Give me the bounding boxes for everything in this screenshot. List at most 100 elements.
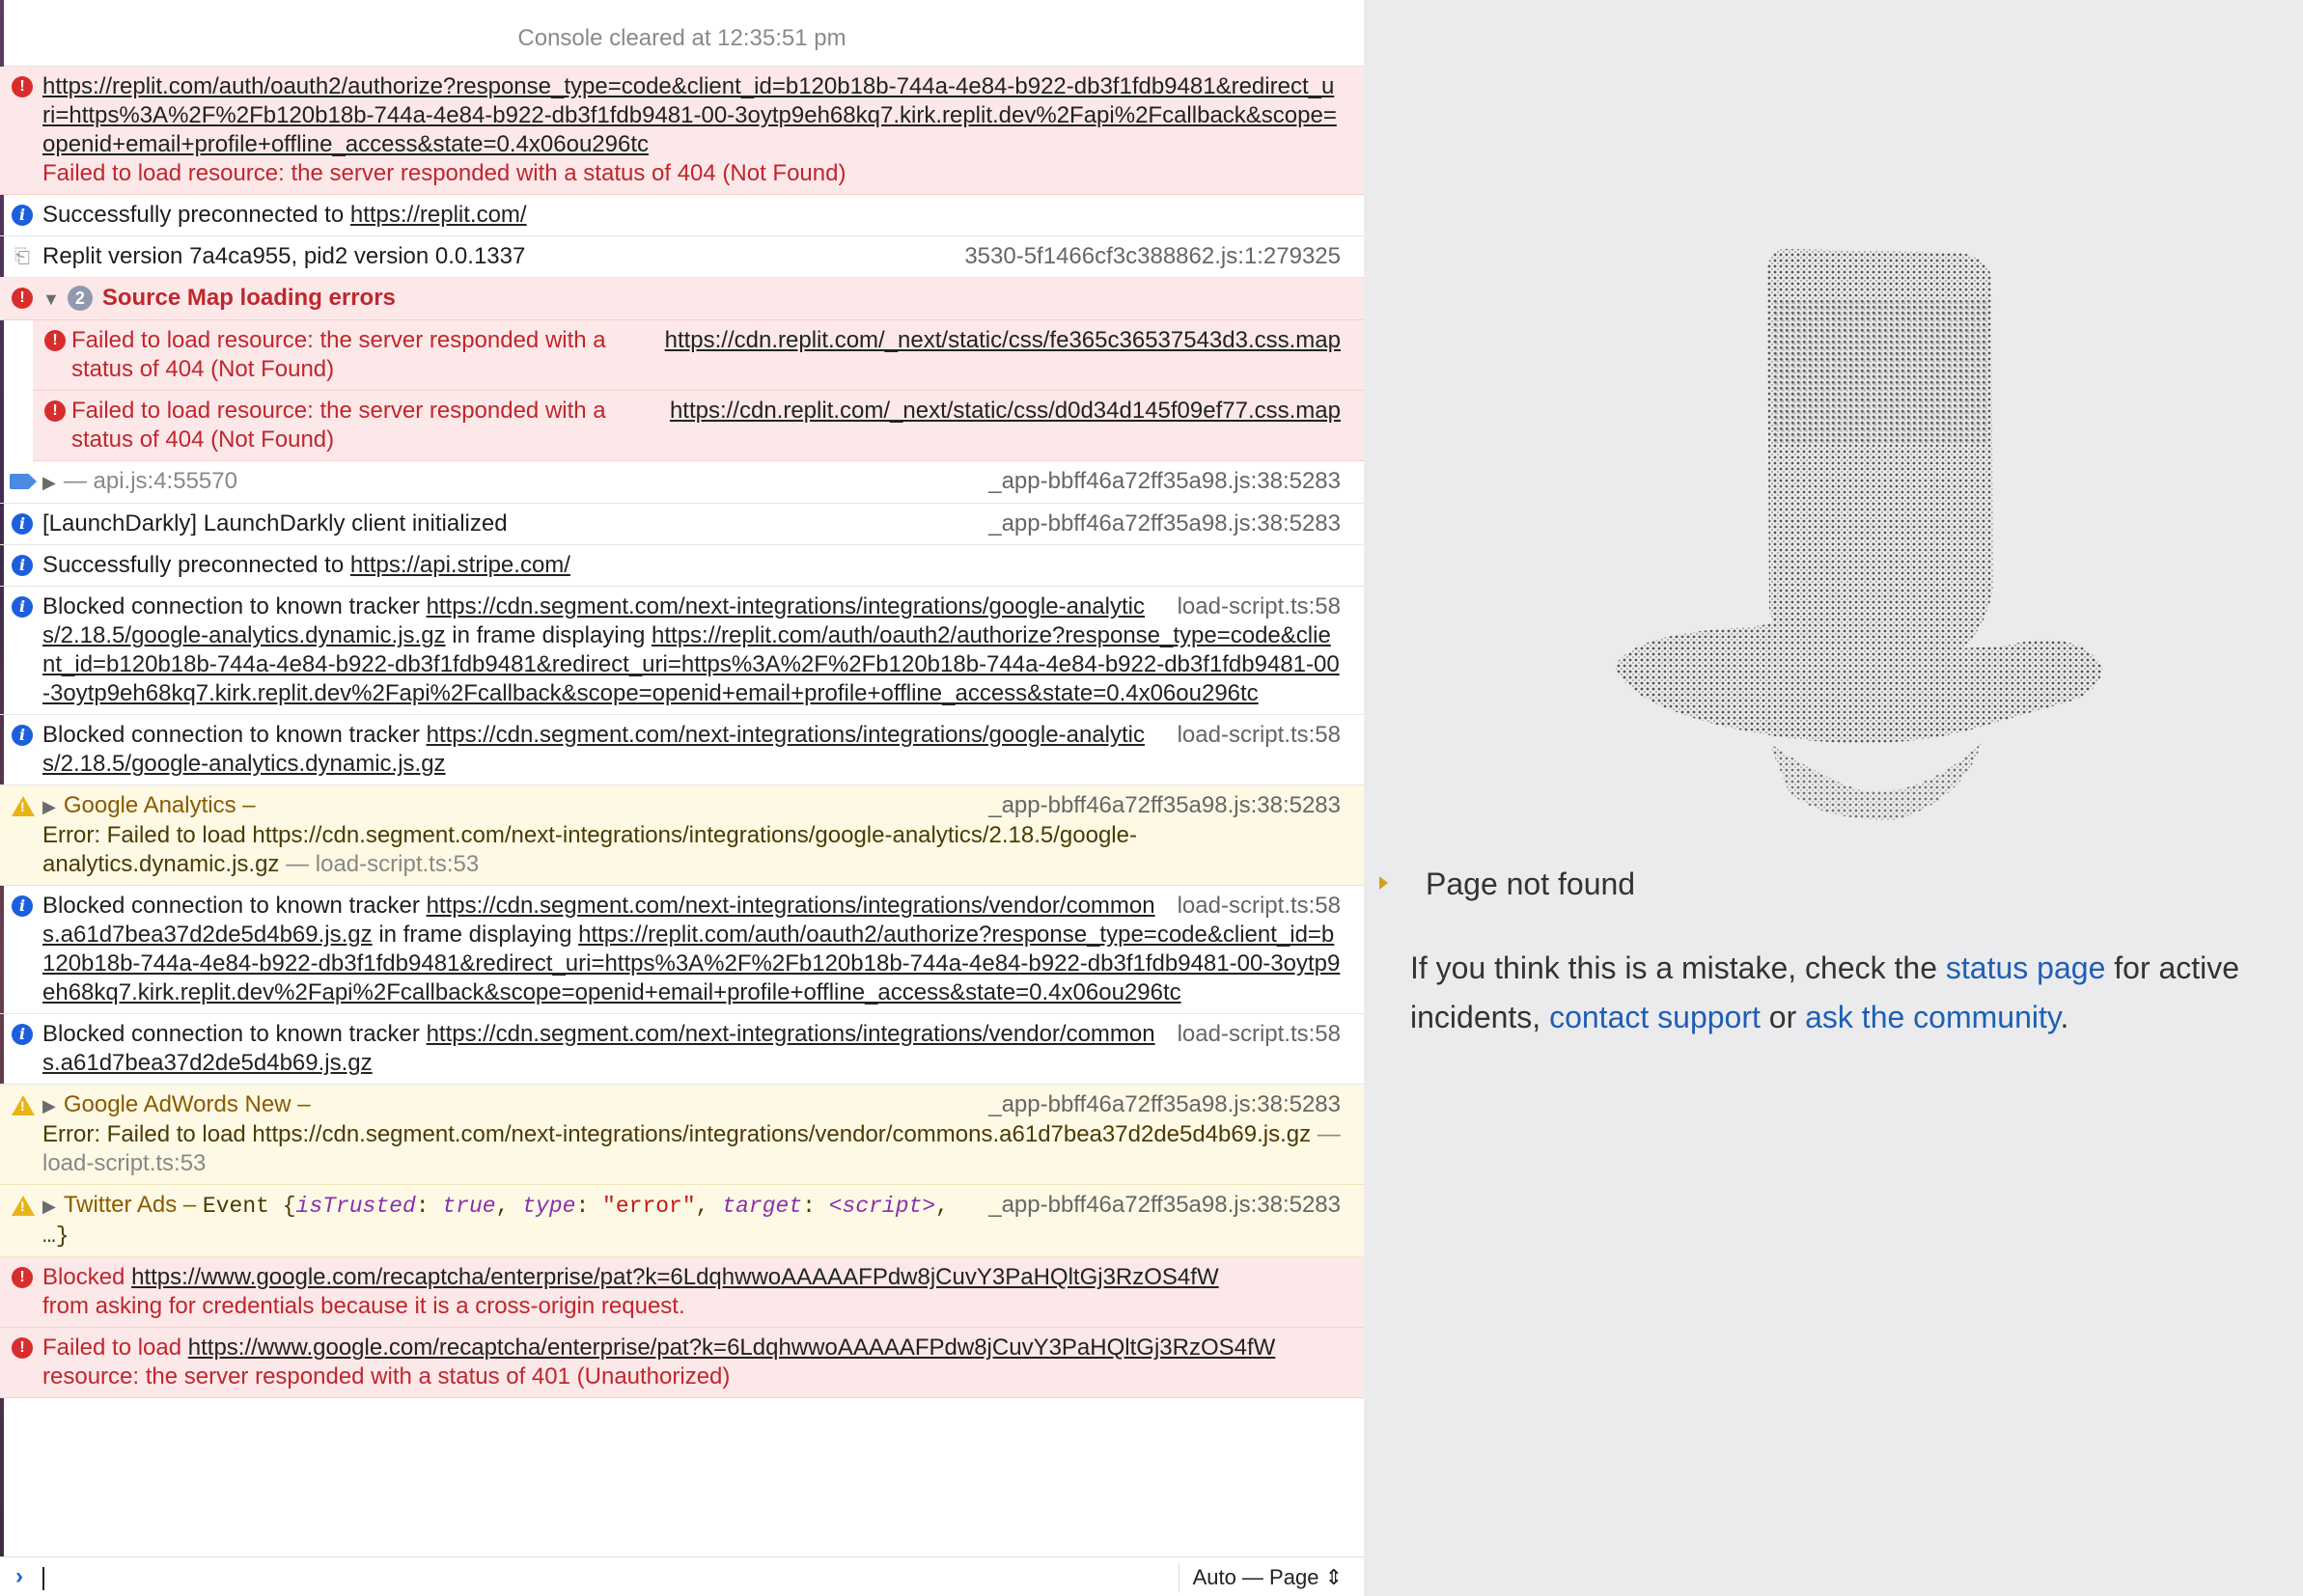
console-row-error[interactable]: ! Failed to load https://www.google.com/… xyxy=(0,1328,1364,1398)
execution-context-select[interactable]: Auto — Page ⇕ xyxy=(1178,1563,1343,1592)
execution-context-label: Auto — Page xyxy=(1192,1565,1319,1589)
source-location[interactable]: _app-bbff46a72ff35a98.js:38:5283 xyxy=(988,509,1341,538)
recaptcha-url-link[interactable]: https://www.google.com/recaptcha/enterpr… xyxy=(188,1335,1276,1361)
disclosure-collapsed-icon[interactable]: ▶ xyxy=(42,1197,56,1216)
error-icon: ! xyxy=(12,288,33,309)
disclosure-collapsed-icon[interactable]: ▶ xyxy=(42,473,56,492)
console-row-debug[interactable]: _app-bbff46a72ff35a98.js:38:5283 ▶ — api.… xyxy=(0,461,1364,504)
warning-title: Google Analytics xyxy=(63,792,236,818)
info-message: Blocked connection to known tracker xyxy=(42,1021,420,1047)
recaptcha-url-link[interactable]: https://www.google.com/recaptcha/enterpr… xyxy=(131,1264,1219,1290)
page-title: Page not found xyxy=(1426,867,1636,901)
console-prompt[interactable]: › Auto — Page ⇕ xyxy=(0,1556,1364,1596)
console-row-log[interactable]: ⎗ 3530-5f1466cf3c388862.js:1:279325 Repl… xyxy=(0,236,1364,278)
error-message: from asking for credentials because it i… xyxy=(42,1293,685,1319)
source-location[interactable]: load-script.ts:58 xyxy=(1178,1020,1341,1049)
console-row-info[interactable]: i Successfully preconnected to https://r… xyxy=(0,195,1364,236)
event-object[interactable]: Event {isTrusted: true, type: "error", t… xyxy=(203,1194,949,1219)
event-ellipsis: …} xyxy=(42,1224,69,1249)
oauth-url-link[interactable]: https://replit.com/auth/oauth2/authorize… xyxy=(42,73,1337,157)
console-row-info[interactable]: i Successfully preconnected to https://a… xyxy=(0,545,1364,587)
error-prefix: Failed to load xyxy=(42,1335,182,1361)
source-map-link[interactable]: https://cdn.replit.com/_next/static/css/… xyxy=(665,326,1341,384)
replit-url-link[interactable]: https://replit.com/ xyxy=(350,202,527,228)
ask-community-link[interactable]: ask the community xyxy=(1805,1000,2060,1034)
error-prefix: Blocked xyxy=(42,1264,125,1290)
contact-support-link[interactable]: contact support xyxy=(1549,1000,1761,1034)
event-value: <script> xyxy=(828,1194,936,1219)
warning-separator: – xyxy=(182,1192,197,1218)
info-icon: i xyxy=(12,1024,33,1045)
event-key: isTrusted xyxy=(295,1194,416,1219)
help-text: . xyxy=(2060,1000,2069,1034)
console-row-error[interactable]: ! https://replit.com/auth/oauth2/authori… xyxy=(0,67,1364,195)
console-row-info[interactable]: i load-script.ts:58 Blocked connection t… xyxy=(0,1014,1364,1085)
event-value: true xyxy=(442,1194,496,1219)
help-text: If you think this is a mistake, check th… xyxy=(1410,950,1938,985)
error-message: Failed to load resource: the server resp… xyxy=(71,398,606,453)
event-key: type xyxy=(522,1194,576,1219)
info-message: Blocked connection to known tracker xyxy=(42,893,420,919)
source-location[interactable]: load-script.ts:58 xyxy=(1178,592,1341,621)
console-row-info[interactable]: i load-script.ts:58 Blocked connection t… xyxy=(0,715,1364,785)
source-location[interactable]: _app-bbff46a72ff35a98.js:38:5283 xyxy=(988,1191,1341,1220)
stripe-url-link[interactable]: https://api.stripe.com/ xyxy=(350,552,570,578)
event-key: target xyxy=(722,1194,803,1219)
count-badge: 2 xyxy=(67,286,93,311)
console-row-info[interactable]: i _app-bbff46a72ff35a98.js:38:5283 [Laun… xyxy=(0,504,1364,545)
console-row-warning[interactable]: _app-bbff46a72ff35a98.js:38:5283 ▶ Twitte… xyxy=(0,1185,1364,1257)
debug-tag-icon xyxy=(10,474,37,489)
info-icon: i xyxy=(12,725,33,746)
error-icon: ! xyxy=(44,330,66,351)
console-group-header[interactable]: ! ▼ 2 Source Map loading errors xyxy=(0,278,1364,320)
frame-label: in frame displaying xyxy=(378,922,572,948)
warning-icon xyxy=(12,1095,35,1115)
source-location[interactable]: _app-bbff46a72ff35a98.js:38:5283 xyxy=(988,1090,1341,1119)
console-row-error[interactable]: ! Blocked https://www.google.com/recaptc… xyxy=(0,1257,1364,1328)
console-row-info[interactable]: i load-script.ts:58 Blocked connection t… xyxy=(0,886,1364,1014)
disclosure-expanded-icon[interactable]: ▼ xyxy=(42,289,60,309)
info-message: [LaunchDarkly] LaunchDarkly client initi… xyxy=(42,510,508,537)
console-row-error-nested[interactable]: ! Failed to load resource: the server re… xyxy=(33,391,1364,461)
status-page-link[interactable]: status page xyxy=(1946,950,2105,985)
info-icon: i xyxy=(12,596,33,618)
info-message: Successfully preconnected to xyxy=(42,552,345,578)
error-icon: ! xyxy=(12,76,33,97)
warning-location[interactable]: — load-script.ts:53 xyxy=(286,851,479,877)
frame-label: in frame displaying xyxy=(452,622,646,648)
event-label: Event { xyxy=(202,1194,296,1219)
console-row-warning[interactable]: _app-bbff46a72ff35a98.js:38:5283 ▶ Google… xyxy=(0,1085,1364,1185)
prompt-chevron-icon: › xyxy=(15,1563,23,1589)
console-row-error-nested[interactable]: ! Failed to load resource: the server re… xyxy=(33,320,1364,391)
updown-chevron-icon: ⇕ xyxy=(1324,1565,1343,1589)
warning-message: Error: Failed to load https://cdn.segmen… xyxy=(42,822,1137,877)
ascii-hat-illustration xyxy=(1615,249,2102,820)
log-message: Replit version 7a4ca955, pid2 version 0.… xyxy=(42,243,526,269)
help-text: or xyxy=(1768,1000,1797,1034)
event-value: "error" xyxy=(602,1194,696,1219)
help-paragraph: If you think this is a mistake, check th… xyxy=(1410,944,2279,1042)
warning-icon xyxy=(12,796,35,816)
caret-right-icon xyxy=(1379,876,1388,890)
log-icon: ⎗ xyxy=(14,246,30,267)
source-map-link[interactable]: https://cdn.replit.com/_next/static/css/… xyxy=(670,397,1341,454)
error-icon: ! xyxy=(12,1267,33,1288)
info-icon: i xyxy=(12,513,33,535)
info-icon: i xyxy=(12,555,33,576)
warning-title: Google AdWords New xyxy=(63,1091,291,1117)
console-row-warning[interactable]: _app-bbff46a72ff35a98.js:38:5283 ▶ Google… xyxy=(0,785,1364,886)
warning-message: Error: Failed to load https://cdn.segmen… xyxy=(42,1121,1312,1147)
info-icon: i xyxy=(12,895,33,917)
error-message: Failed to load resource: the server resp… xyxy=(42,160,846,186)
source-location[interactable]: load-script.ts:58 xyxy=(1178,721,1341,750)
source-location[interactable]: 3530-5f1466cf3c388862.js:1:279325 xyxy=(964,242,1341,271)
text-cursor xyxy=(42,1567,44,1590)
group-title: Source Map loading errors xyxy=(101,285,396,311)
disclosure-collapsed-icon[interactable]: ▶ xyxy=(42,1096,56,1115)
source-location[interactable]: load-script.ts:58 xyxy=(1178,892,1341,921)
console-row-info[interactable]: i load-script.ts:58 Blocked connection t… xyxy=(0,587,1364,715)
console-cleared-message: Console cleared at 12:35:51 pm xyxy=(0,0,1364,67)
source-location[interactable]: _app-bbff46a72ff35a98.js:38:5283 xyxy=(988,467,1341,496)
disclosure-collapsed-icon[interactable]: ▶ xyxy=(42,797,56,816)
source-location[interactable]: _app-bbff46a72ff35a98.js:38:5283 xyxy=(988,791,1341,820)
